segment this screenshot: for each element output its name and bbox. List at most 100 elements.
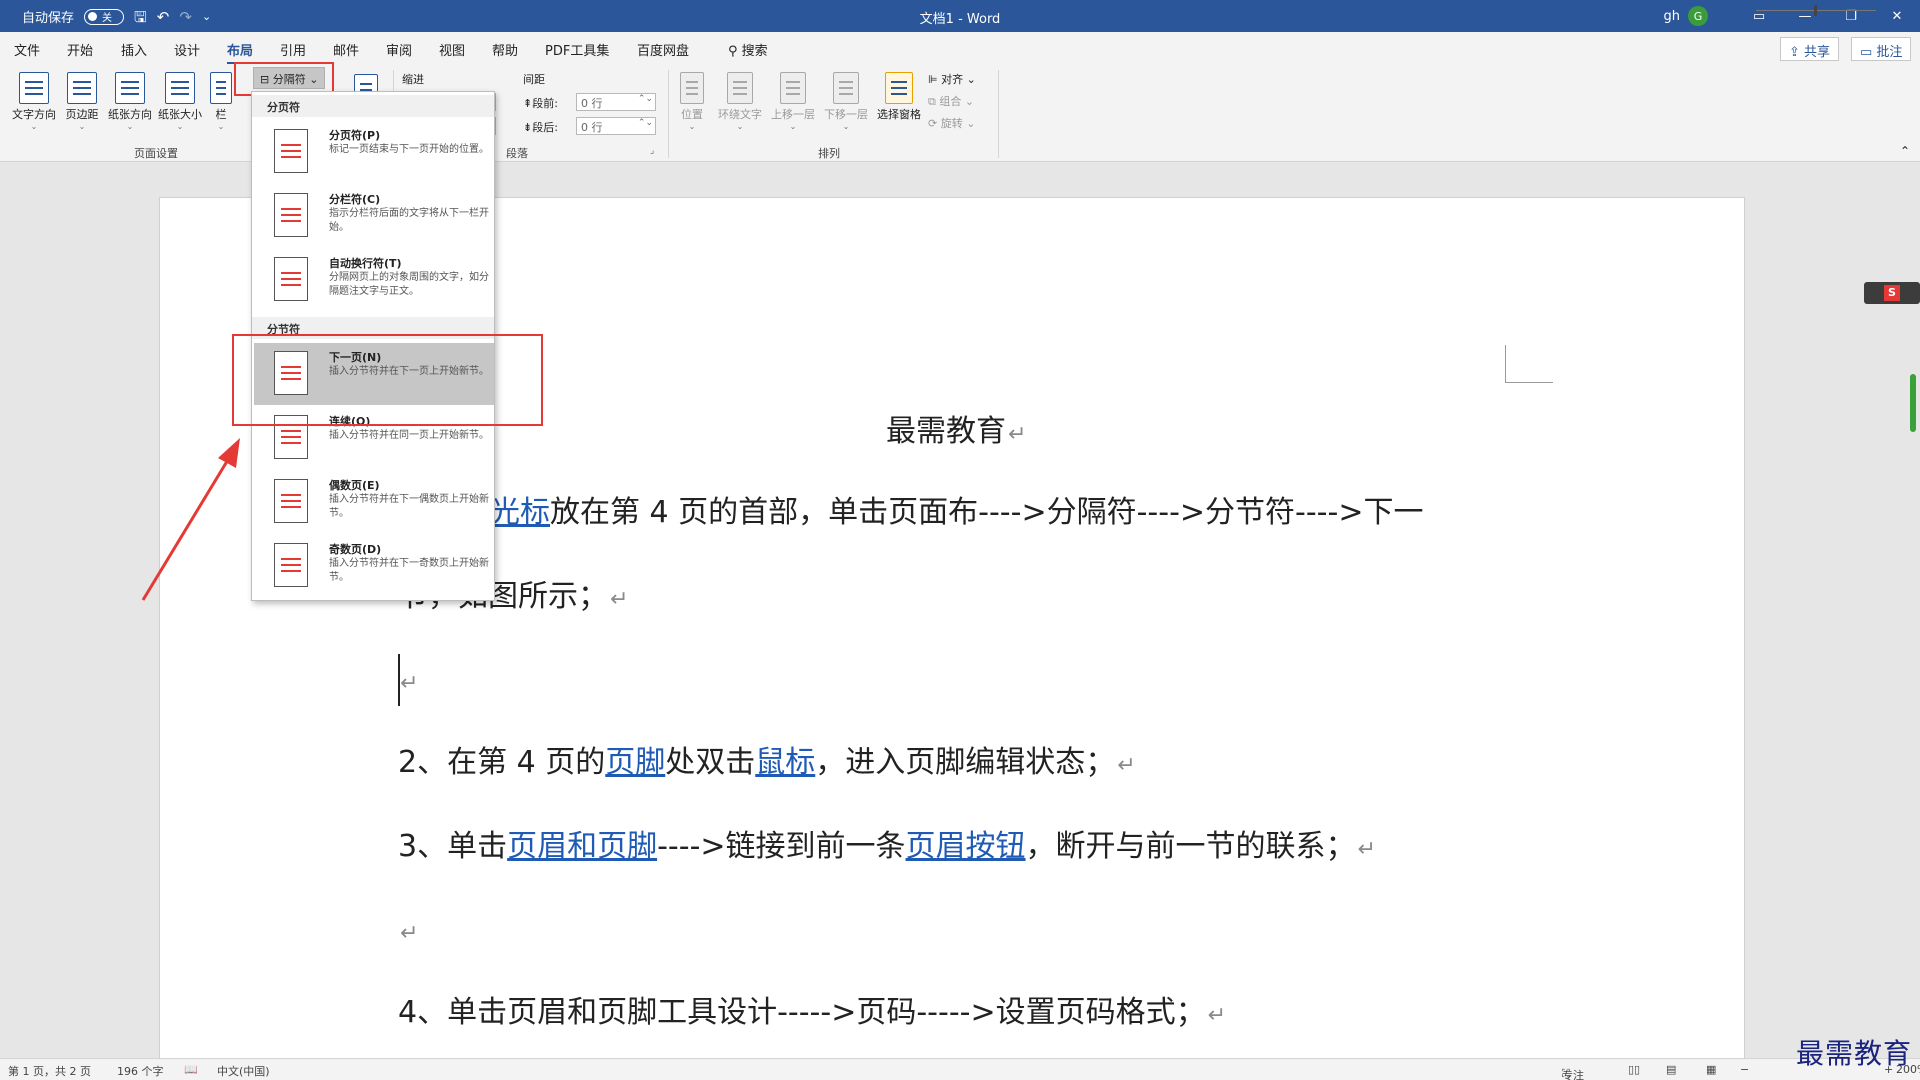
tab-file[interactable]: 文件 [14,40,40,59]
read-mode-icon[interactable]: ▯▯ [1628,1063,1640,1076]
tab-baidu-netdisk[interactable]: 百度网盘 [637,40,689,59]
document-title: 文档1 - Word [919,12,1001,27]
page-setup-group-label: 页面设置 [134,147,178,160]
link-footer[interactable]: 页脚 [605,745,665,780]
user-name: gh [1663,8,1681,24]
link-header-footer[interactable]: 页眉和页脚 [507,829,657,864]
restore-button[interactable]: ❐ [1828,0,1874,32]
tab-view[interactable]: 视图 [439,40,465,59]
ribbon-display-icon[interactable]: ▭ [1736,0,1782,32]
group-icon: ⧉ [928,95,940,108]
close-button[interactable]: ✕ [1874,0,1920,32]
column-break-icon [274,193,308,237]
comments-button[interactable]: ▭ 批注 [1851,37,1912,61]
position-icon [680,72,704,104]
doc-line-5[interactable]: 4、单击页眉和页脚工具设计----->页码----->设置页码格式；↵ [398,993,1226,1036]
scroll-thumb[interactable] [1910,374,1916,432]
wps-s-icon: S [1884,285,1900,301]
indent-label: 缩进 [402,73,424,86]
menu-item-page-break[interactable]: 分页符(P) 标记一页结束与下一页开始的位置。 [254,121,494,183]
tab-layout[interactable]: 布局 [227,40,254,65]
selection-pane-button[interactable]: 选择窗格 [872,70,926,122]
tab-home[interactable]: 开始 [67,40,93,59]
menu-item-even-page[interactable]: 偶数页(E) 插入分节符并在下一偶数页上开始新节。 [254,471,494,533]
page-breaks-header: 分页符 [252,95,494,117]
doc-empty-line[interactable]: ↵ [398,661,418,704]
web-layout-icon[interactable]: ▦ [1706,1063,1716,1076]
text-direction-icon [19,72,49,104]
link-mouse[interactable]: 鼠标 [755,745,815,780]
space-before-input[interactable]: 0 行 [576,93,656,111]
next-page-highlight-box [232,334,543,426]
minimize-button[interactable]: — [1782,0,1828,32]
proofing-icon[interactable]: 📖 [184,1063,198,1076]
word-count[interactable]: 196 个字 [117,1063,164,1079]
space-after-input[interactable]: 0 行 [576,117,656,135]
group-button[interactable]: ⧉ 组合 ⌄ [928,93,974,109]
language[interactable]: 中文(中国) [217,1063,270,1079]
link-cursor[interactable]: 光标 [490,495,550,530]
title-bar: 自动保存 关 🖫 ↶ ↷ ⌄ 文档1 - Word gh G ▭ — ❐ ✕ [0,0,1920,32]
wrap-text-button[interactable]: 环绕文字 ⌄ [713,70,767,131]
search-box[interactable]: ⚲ 搜索 [728,40,768,59]
tab-review[interactable]: 审阅 [386,40,412,59]
send-backward-icon [833,72,859,104]
status-bar: 第 1 页，共 2 页 196 个字 📖 中文(中国) ⛶ 专注 ▯▯ ▤ ▦ … [0,1058,1920,1080]
wps-widget[interactable]: S [1864,282,1920,304]
zoom-out-icon[interactable]: − [1740,1063,1749,1076]
position-button[interactable]: 位置 ⌄ [667,70,717,131]
text-cursor [398,654,400,706]
search-icon: ⚲ [728,44,742,59]
menu-item-odd-page[interactable]: 奇数页(D) 插入分节符并在下一奇数页上开始新节。 [254,535,494,597]
print-layout-icon[interactable]: ▤ [1666,1063,1676,1076]
margins-button[interactable]: 页边距 ⌄ [56,70,108,131]
tab-pdf-tools[interactable]: PDF工具集 [545,40,609,59]
wrap-text-icon [727,72,753,104]
tab-help[interactable]: 帮助 [492,40,518,59]
paper-size-icon [165,72,195,104]
align-icon: ⊫ [928,73,942,86]
share-icon: ⇪ [1789,45,1805,60]
align-button[interactable]: ⊫ 对齐 ⌄ [928,71,976,87]
tab-references[interactable]: 引用 [280,40,306,59]
page-margin-corner [1505,345,1553,383]
page-count[interactable]: 第 1 页，共 2 页 [8,1063,91,1079]
odd-page-icon [274,543,308,587]
doc-line-3[interactable]: 2、在第 4 页的页脚处双击鼠标，进入页脚编辑状态；↵ [398,743,1136,786]
share-button[interactable]: ⇪ 共享 [1780,37,1840,61]
watermark-logo: 最需教育 [1796,1037,1913,1070]
user-account[interactable]: gh G [1663,6,1708,26]
tab-mailings[interactable]: 邮件 [333,40,359,59]
space-before-label: ⇞段前: [523,97,558,110]
comment-icon: ▭ [1860,45,1877,60]
zoom-slider-thumb[interactable] [1814,5,1817,16]
space-after-label: ⇟段后: [523,121,558,134]
orientation-icon [115,72,145,104]
send-backward-button[interactable]: 下移一层 ⌄ [819,70,873,131]
tab-design[interactable]: 设计 [174,40,200,59]
avatar: G [1688,6,1708,26]
doc-title[interactable]: 最需教育↵ [886,412,1026,455]
menu-item-text-wrapping[interactable]: 自动换行符(T) 分隔网页上的对象周围的文字，如分隔题注文字与正文。 [254,249,494,311]
rotate-icon: ⟳ [928,117,941,130]
paragraph-group-label: 段落 [506,147,528,160]
arrange-group-label: 排列 [818,147,840,160]
menu-item-column-break[interactable]: 分栏符(C) 指示分栏符后面的文字将从下一栏开始。 [254,185,494,247]
doc-line-1[interactable]: 光标放在第 4 页的首部，单击页面布---->分隔符---->分节符---->下… [490,493,1423,533]
collapse-ribbon-icon[interactable]: ⌃ [1900,144,1910,158]
paragraph-dialog-launcher-icon[interactable]: ⌟ [650,146,654,156]
doc-empty-line-2[interactable]: ↵ [398,911,418,954]
text-direction-button[interactable]: 文字方向 ⌄ [8,70,60,131]
text-wrapping-icon [274,257,308,301]
selection-pane-icon [885,72,913,104]
orientation-button[interactable]: 纸张方向 ⌄ [104,70,156,131]
even-page-icon [274,479,308,523]
size-button[interactable]: 纸张大小 ⌄ [154,70,206,131]
doc-line-4[interactable]: 3、单击页眉和页脚---->链接到前一条页眉按钮，断开与前一节的联系；↵ [398,827,1376,870]
page-break-icon [274,129,308,173]
bring-forward-button[interactable]: 上移一层 ⌄ [766,70,820,131]
tab-insert[interactable]: 插入 [121,40,147,59]
columns-icon [210,72,232,104]
link-header-button[interactable]: 页眉按钮 [906,829,1026,864]
rotate-button[interactable]: ⟳ 旋转 ⌄ [928,115,975,131]
